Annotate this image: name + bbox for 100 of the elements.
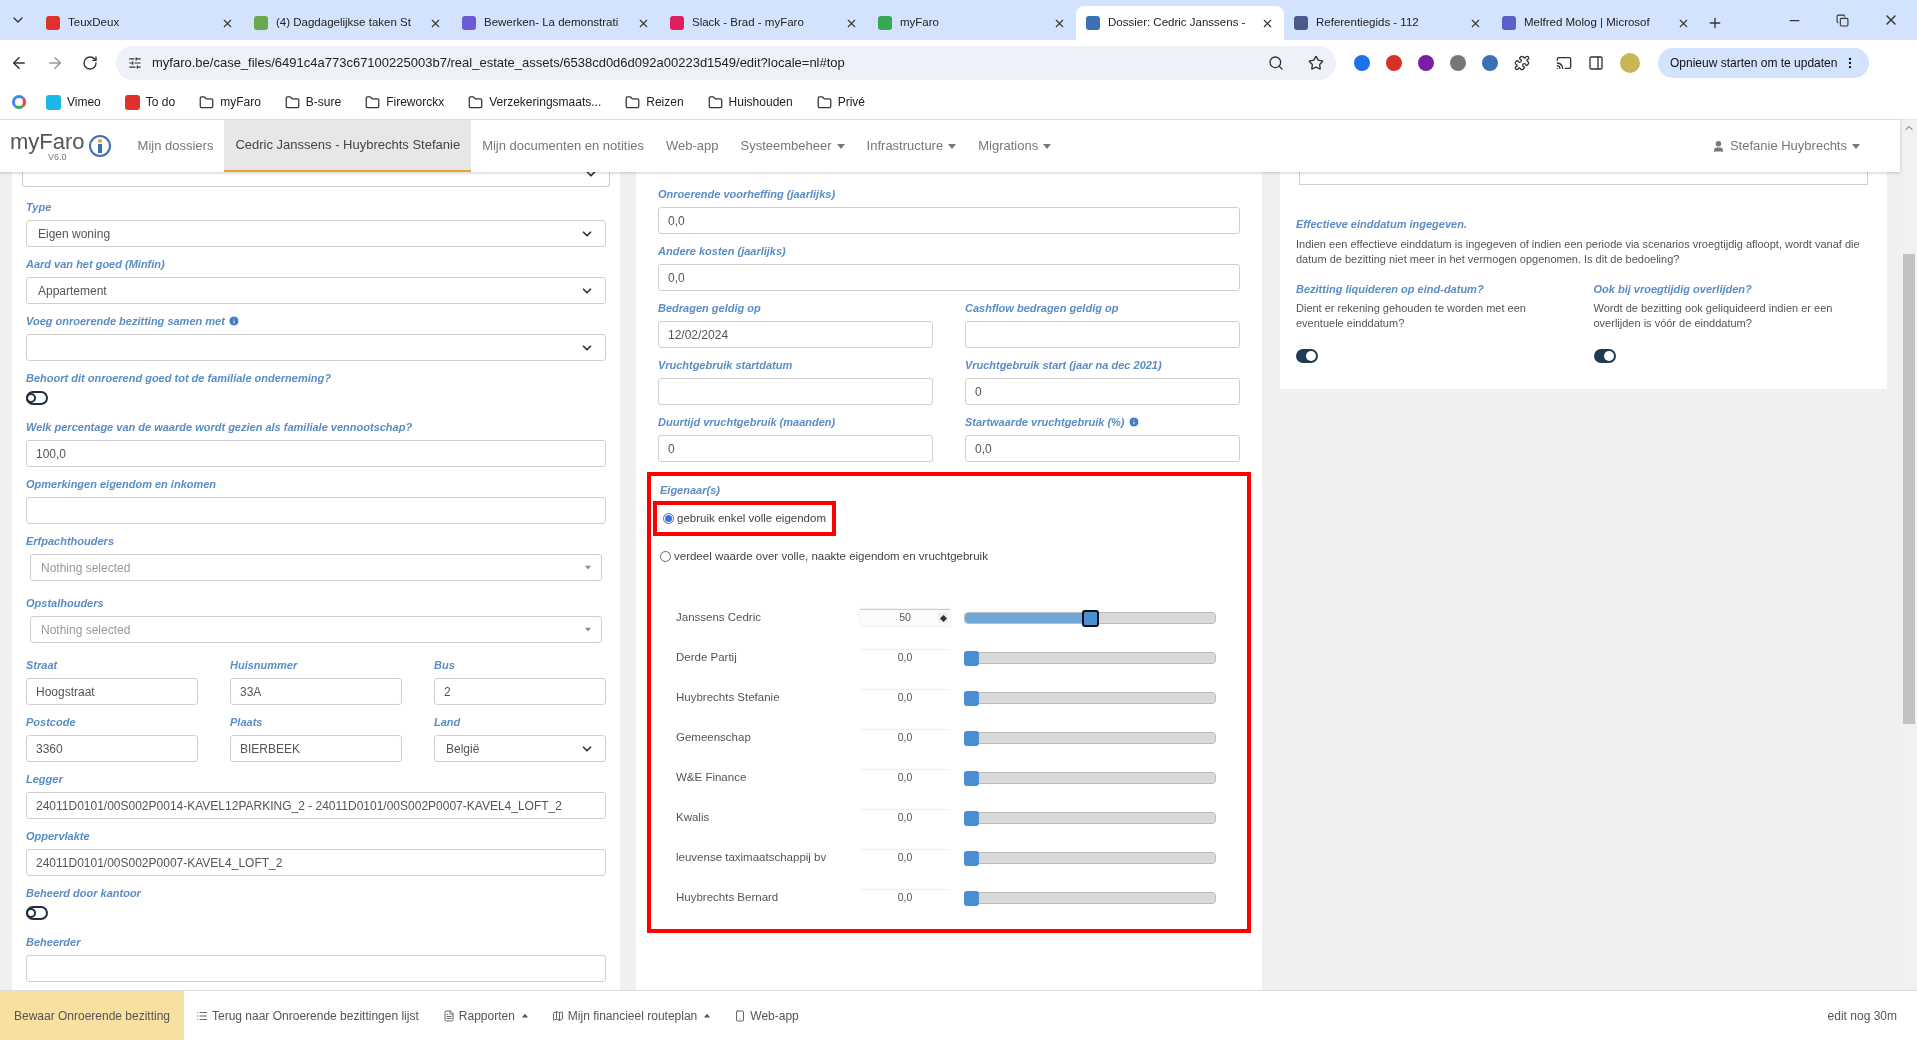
slider-thumb[interactable] [1082, 609, 1099, 627]
cast-icon[interactable] [1556, 54, 1572, 71]
user-menu[interactable]: Stefanie Huybrechts [1711, 120, 1900, 172]
side-panel-icon[interactable] [1588, 54, 1604, 71]
number-field[interactable]: 0,0 [860, 689, 950, 706]
spinner-icon[interactable] [938, 613, 948, 623]
footer-link[interactable]: Web-app [722, 991, 811, 1040]
reload-icon[interactable] [82, 54, 98, 71]
number-field[interactable]: 0,0 [860, 729, 950, 746]
slider-thumb[interactable] [964, 890, 979, 906]
slider-thumb[interactable] [964, 730, 979, 746]
number-field[interactable]: 0,0 [860, 849, 950, 866]
bookmark-folder[interactable]: Verzekeringsmaats... [464, 93, 606, 111]
toggle-switch[interactable] [26, 391, 48, 405]
input-field[interactable] [965, 321, 1240, 348]
input-field[interactable]: BIERBEEK [230, 735, 402, 762]
input-field[interactable]: 33A [230, 678, 402, 705]
extension-icon[interactable] [1386, 54, 1402, 71]
number-field[interactable]: 0,0 [860, 649, 950, 666]
footer-link[interactable]: Mijn financieel routeplan [539, 991, 723, 1040]
new-tab-icon[interactable] [1707, 15, 1723, 31]
update-button[interactable]: Opnieuw starten om te updaten [1658, 47, 1870, 78]
extension-icon[interactable] [1354, 54, 1370, 71]
bookmark-link[interactable]: Vimeo [42, 93, 105, 111]
bookmark-folder[interactable]: Privé [812, 93, 869, 111]
info-icon[interactable] [227, 315, 240, 327]
input-field[interactable]: 0,0 [965, 435, 1240, 462]
browser-tab[interactable]: myFaro [868, 6, 1076, 40]
site-info-icon[interactable] [128, 55, 142, 70]
input-field[interactable]: 24011D0101/00S002P0007-KAVEL4_LOFT_2 [26, 849, 606, 876]
toggle-switch[interactable] [1296, 349, 1318, 363]
browser-tab[interactable]: Referentiegids - 112 [1284, 6, 1492, 40]
nav-item[interactable]: Migrations [967, 120, 1063, 172]
select-field[interactable]: Appartement [26, 277, 606, 304]
input-field[interactable]: Hoogstraat [26, 678, 198, 705]
browser-tab[interactable]: Melfred Molog | Microsof [1492, 6, 1700, 40]
radio-label[interactable]: verdeel waarde over volle, naakte eigendom en vruchtgebruik [674, 547, 988, 565]
input-field[interactable] [658, 378, 933, 405]
question-text: Dient er rekening gehouden te worden met een eventuele einddatum? [1296, 301, 1527, 331]
number-field[interactable]: 0,0 [860, 769, 950, 786]
extension-icon[interactable] [1482, 54, 1498, 71]
toggle-switch[interactable] [26, 906, 48, 920]
nav-item[interactable]: Mijn documenten en notities [471, 120, 655, 172]
google-icon[interactable] [12, 95, 26, 109]
bookmark-folder[interactable]: Fireworckx [361, 93, 449, 111]
input-field[interactable]: 0,0 [658, 264, 1240, 291]
bookmark-folder[interactable]: Huishouden [703, 93, 797, 111]
number-field[interactable]: 0,0 [860, 889, 950, 906]
slider-thumb[interactable] [964, 690, 979, 706]
browser-tab[interactable]: Slack - Brad - myFaro [660, 6, 868, 40]
input-field[interactable]: 2 [434, 678, 606, 705]
browser-tab[interactable]: TeuxDeux [36, 6, 244, 40]
bookmark-star-icon[interactable] [1308, 54, 1324, 71]
browser-tab[interactable]: (4) Dagdagelijkse taken St [244, 6, 452, 40]
caret-icon [585, 565, 591, 570]
slider-thumb[interactable] [964, 770, 979, 786]
footer-link[interactable]: Terug naar Onroerende bezittingen lijst [184, 991, 431, 1040]
save-button[interactable]: Bewaar Onroerende bezitting [0, 991, 184, 1040]
input-field[interactable]: 0 [658, 435, 933, 462]
zoom-icon[interactable] [1268, 54, 1284, 71]
number-field[interactable]: 0,0 [860, 809, 950, 826]
slider-thumb[interactable] [964, 850, 979, 866]
extension-icon[interactable] [1450, 54, 1466, 71]
footer-link[interactable]: Rapporten [430, 991, 540, 1040]
input-field[interactable]: 3360 [26, 735, 198, 762]
nav-item[interactable]: Infrastructure [855, 120, 968, 172]
number-field[interactable]: 50 [860, 609, 950, 626]
nav-item[interactable]: Web-app [655, 120, 730, 172]
browser-tab[interactable]: Dossier: Cedric Janssens - [1076, 6, 1284, 40]
bookmark-folder[interactable]: B-sure [280, 93, 346, 111]
toggle-switch[interactable] [1593, 349, 1616, 363]
input-field[interactable]: 0 [965, 378, 1240, 405]
input-field[interactable] [26, 955, 606, 982]
extensions-icon[interactable] [1514, 54, 1530, 71]
bookmark-folder[interactable]: myFaro [195, 93, 265, 111]
input-field[interactable]: 0,0 [658, 207, 1240, 234]
tab-title: Slack - Brad - myFaro [692, 15, 805, 31]
select-field[interactable]: België [434, 735, 606, 762]
select-field[interactable] [26, 334, 606, 361]
url-text: myfaro.be/case_files/6491c4a773c67100225003b7/real_estate_assets/6538cd0d6d092a00223d1549/edit?locale=nl#top [152, 53, 846, 72]
field-label: Opmerkingen eigendom en inkomen [26, 476, 217, 492]
nav-item[interactable]: Mijn dossiers [126, 120, 225, 172]
browser-tab[interactable]: Bewerken- La demonstrati [452, 6, 660, 40]
extension-icon[interactable] [1418, 54, 1434, 71]
select-field[interactable] [22, 172, 610, 187]
select-field[interactable]: Eigen woning [26, 220, 606, 247]
slider-thumb[interactable] [964, 650, 979, 666]
address-bar[interactable]: myfaro.be/case_files/6491c4a773c67100225003b7/real_estate_assets/6538cd0d6d092a00223d1549/edit?locale=nl#top [116, 45, 1336, 80]
input-field[interactable]: 12/02/2024 [658, 321, 933, 348]
input-field[interactable] [26, 497, 606, 524]
slider-thumb[interactable] [964, 810, 979, 826]
app-logo[interactable]: myFaro [10, 130, 85, 153]
restore-icon[interactable] [1836, 13, 1849, 27]
info-icon[interactable] [1127, 416, 1140, 428]
bookmark-link[interactable]: To do [120, 93, 180, 111]
bookmark-folder[interactable]: Reizen [621, 93, 688, 111]
nav-item[interactable]: Cedric Janssens - Huybrechts Stefanie [224, 120, 472, 172]
input-field[interactable]: 24011D0101/00S002P0014-KAVEL12PARKING_2 - 24011D0101/00S002P0007-KAVEL4_LOFT_2 [26, 792, 606, 819]
nav-item[interactable]: Systeembeheer [729, 120, 856, 172]
input-field[interactable]: 100,0 [26, 440, 606, 467]
